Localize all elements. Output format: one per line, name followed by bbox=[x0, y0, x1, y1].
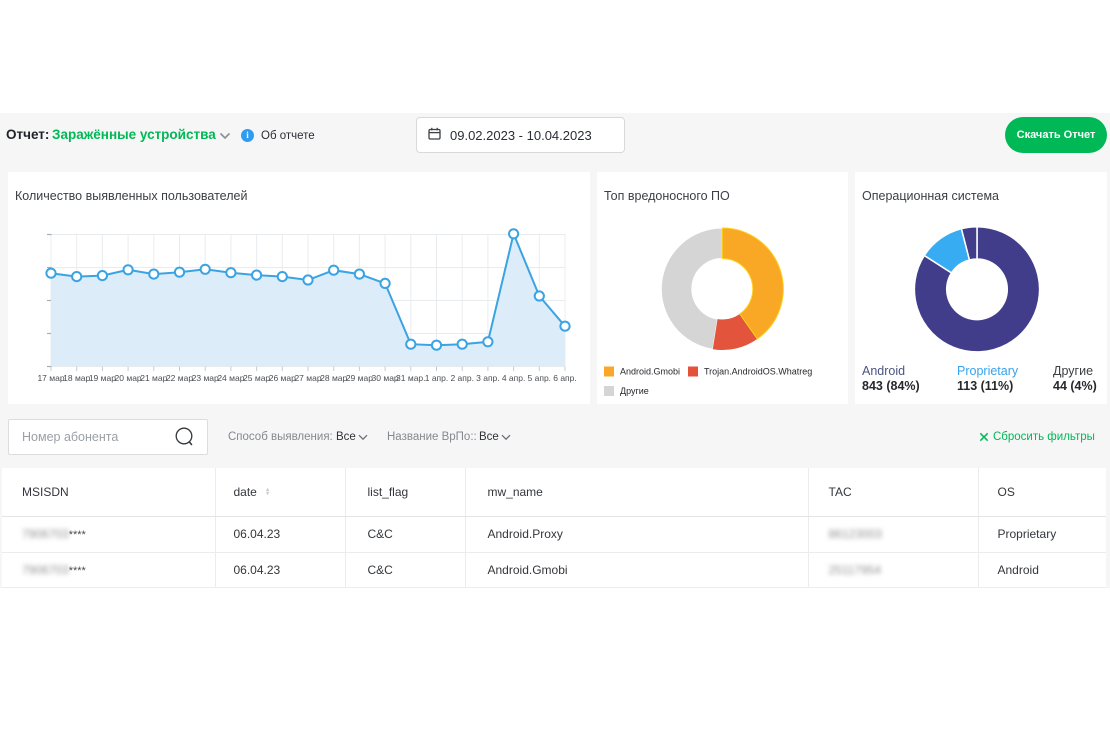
svg-text:20 мар: 20 мар bbox=[115, 373, 142, 383]
svg-text:28 мар: 28 мар bbox=[320, 373, 347, 383]
svg-text:18 мар: 18 мар bbox=[63, 373, 90, 383]
svg-text:19 мар: 19 мар bbox=[89, 373, 116, 383]
svg-text:2 апр.: 2 апр. bbox=[450, 373, 474, 383]
svg-text:24 мар: 24 мар bbox=[217, 373, 244, 383]
svg-text:31 мар.: 31 мар. bbox=[396, 373, 425, 383]
svg-text:Другие: Другие bbox=[620, 386, 649, 396]
svg-text:Trojan.AndroidOS.Whatreg: Trojan.AndroidOS.Whatreg bbox=[704, 367, 812, 377]
svg-text:6 апр.: 6 апр. bbox=[553, 373, 577, 383]
svg-text:Android.Gmobi: Android.Gmobi bbox=[620, 367, 680, 377]
svg-text:30 мар: 30 мар bbox=[372, 373, 399, 383]
svg-text:17 мар: 17 мар bbox=[37, 373, 64, 383]
svg-text:4 апр.: 4 апр. bbox=[502, 373, 526, 383]
svg-text:22 мар: 22 мар bbox=[166, 373, 193, 383]
svg-text:29 мар: 29 мар bbox=[346, 373, 373, 383]
svg-text:25 мар: 25 мар bbox=[243, 373, 270, 383]
svg-text:26 мар: 26 мар bbox=[269, 373, 296, 383]
svg-text:3 апр.: 3 апр. bbox=[476, 373, 500, 383]
svg-text:27 мар: 27 мар bbox=[294, 373, 321, 383]
svg-text:21 мар: 21 мар bbox=[140, 373, 167, 383]
svg-text:1 апр.: 1 апр. bbox=[425, 373, 449, 383]
svg-text:23 мар: 23 мар bbox=[192, 373, 219, 383]
svg-text:5 апр.: 5 апр. bbox=[528, 373, 552, 383]
